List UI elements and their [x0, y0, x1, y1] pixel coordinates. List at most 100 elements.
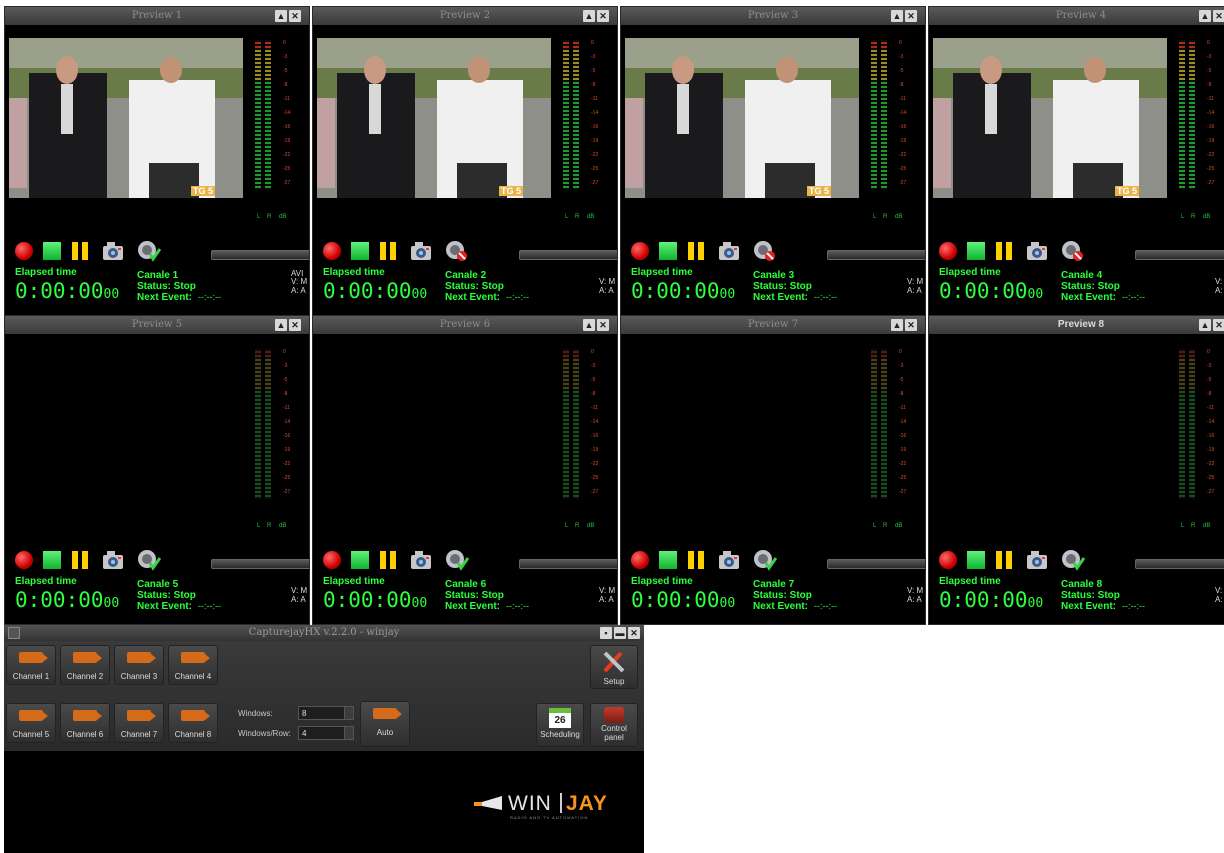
close-icon[interactable]: ✕	[905, 10, 917, 22]
schedule-check-icon[interactable]	[137, 549, 161, 571]
vu-scale-tick: -16	[899, 433, 907, 439]
stop-icon[interactable]	[967, 242, 985, 260]
control-panel-button[interactable]: Control panel	[590, 703, 638, 747]
pause-icon[interactable]	[688, 551, 706, 569]
setup-button[interactable]: Setup	[590, 645, 638, 689]
channel-button[interactable]: Channel 7	[114, 703, 164, 743]
record-icon[interactable]	[939, 242, 957, 260]
pause-icon[interactable]	[380, 551, 398, 569]
schedule-check-icon[interactable]	[753, 549, 777, 571]
close-icon[interactable]: ✕	[289, 319, 301, 331]
position-slider[interactable]	[211, 250, 309, 260]
record-icon[interactable]	[939, 551, 957, 569]
schedule-check-icon[interactable]	[753, 240, 777, 262]
record-icon[interactable]	[15, 242, 33, 260]
position-slider[interactable]	[1135, 250, 1224, 260]
minimize-icon[interactable]: ▲	[891, 319, 903, 331]
channel-button[interactable]: Channel 4	[168, 645, 218, 685]
close-icon[interactable]: ✕	[597, 319, 609, 331]
record-icon[interactable]	[15, 551, 33, 569]
pause-icon[interactable]	[72, 242, 90, 260]
vu-scale-tick: -11	[283, 405, 290, 411]
minimize-icon[interactable]: ▲	[1199, 10, 1211, 22]
channel-button[interactable]: Channel 6	[60, 703, 110, 743]
stop-icon[interactable]	[43, 551, 61, 569]
pause-icon[interactable]	[72, 551, 90, 569]
windows-spinner[interactable]	[344, 706, 354, 720]
channel-button[interactable]: Channel 5	[6, 703, 56, 743]
stop-icon[interactable]	[351, 551, 369, 569]
stop-icon[interactable]	[43, 242, 61, 260]
schedule-check-icon[interactable]	[1061, 240, 1085, 262]
close-icon[interactable]: ✕	[597, 10, 609, 22]
schedule-check-icon[interactable]	[137, 240, 161, 262]
close-icon[interactable]: ✕	[905, 319, 917, 331]
close-icon[interactable]: ✕	[1213, 10, 1224, 22]
preview-window: Preview 1 ▲ ✕ TG 5 0 -3 -5 -8 -11 -14 -16 -19	[4, 6, 310, 316]
schedule-check-icon[interactable]	[445, 549, 469, 571]
channel-name: Canale 1	[137, 270, 179, 281]
minimize-icon[interactable]: ▲	[1199, 319, 1211, 331]
vu-label-left: L	[873, 214, 877, 220]
camera-icon[interactable]	[101, 240, 125, 262]
record-icon[interactable]	[323, 242, 341, 260]
camera-icon[interactable]	[717, 240, 741, 262]
position-slider[interactable]	[1135, 559, 1224, 569]
minimize-icon[interactable]: ▲	[583, 10, 595, 22]
minimize-icon[interactable]: ▲	[275, 319, 287, 331]
channel-status: Status: Stop	[137, 590, 196, 601]
vu-scale-tick: -5	[899, 68, 904, 74]
position-slider[interactable]	[827, 559, 925, 569]
stop-icon[interactable]	[659, 242, 677, 260]
camera-icon[interactable]	[101, 549, 125, 571]
pause-icon[interactable]	[996, 242, 1014, 260]
vu-scale-tick: 0	[591, 40, 594, 46]
minimize-icon[interactable]: ▪	[600, 627, 612, 639]
next-event: Next Event: --:--:--	[445, 601, 529, 612]
position-slider[interactable]	[827, 250, 925, 260]
close-icon[interactable]: ✕	[628, 627, 640, 639]
record-icon[interactable]	[323, 551, 341, 569]
av-mode: V: A:	[1215, 277, 1223, 295]
minimize-icon[interactable]: ▲	[275, 10, 287, 22]
record-icon[interactable]	[631, 551, 649, 569]
channel-button[interactable]: Channel 8	[168, 703, 218, 743]
transport-controls	[11, 240, 309, 262]
pause-icon[interactable]	[996, 551, 1014, 569]
position-slider[interactable]	[519, 559, 617, 569]
stop-icon[interactable]	[659, 551, 677, 569]
minimize-icon[interactable]: ▲	[891, 10, 903, 22]
system-menu-icon[interactable]	[8, 627, 20, 639]
schedule-check-icon[interactable]	[1061, 549, 1085, 571]
restore-icon[interactable]: ▬	[614, 627, 626, 639]
record-icon[interactable]	[631, 242, 649, 260]
minimize-icon[interactable]: ▲	[583, 319, 595, 331]
camera-icon[interactable]	[717, 549, 741, 571]
camera-icon[interactable]	[409, 240, 433, 262]
schedule-check-icon[interactable]	[445, 240, 469, 262]
vu-label-right: R	[883, 214, 888, 220]
position-slider[interactable]	[519, 250, 617, 260]
stop-icon[interactable]	[967, 551, 985, 569]
channel-button[interactable]: Channel 1	[6, 645, 56, 685]
vu-scale-tick: -8	[591, 82, 596, 88]
vu-label-db: dB	[587, 214, 595, 220]
channel-button[interactable]: Channel 2	[60, 645, 110, 685]
windows-row-spinner[interactable]	[344, 726, 354, 740]
position-slider[interactable]	[211, 559, 309, 569]
auto-button[interactable]: Auto	[360, 701, 410, 747]
close-icon[interactable]: ✕	[289, 10, 301, 22]
camera-icon[interactable]	[1025, 240, 1049, 262]
close-icon[interactable]: ✕	[1213, 319, 1224, 331]
video-mode: V:	[1215, 277, 1223, 286]
pause-icon[interactable]	[380, 242, 398, 260]
scheduling-button[interactable]: 26 Scheduling	[536, 703, 584, 747]
pause-icon[interactable]	[688, 242, 706, 260]
vu-label-db: dB	[279, 523, 287, 529]
channel-button[interactable]: Channel 3	[114, 645, 164, 685]
stop-icon[interactable]	[351, 242, 369, 260]
elapsed-time-clock: 0:00:0000	[939, 588, 1043, 616]
camera-icon[interactable]	[409, 549, 433, 571]
camera-icon[interactable]	[1025, 549, 1049, 571]
vu-scale-tick: -22	[283, 461, 291, 467]
